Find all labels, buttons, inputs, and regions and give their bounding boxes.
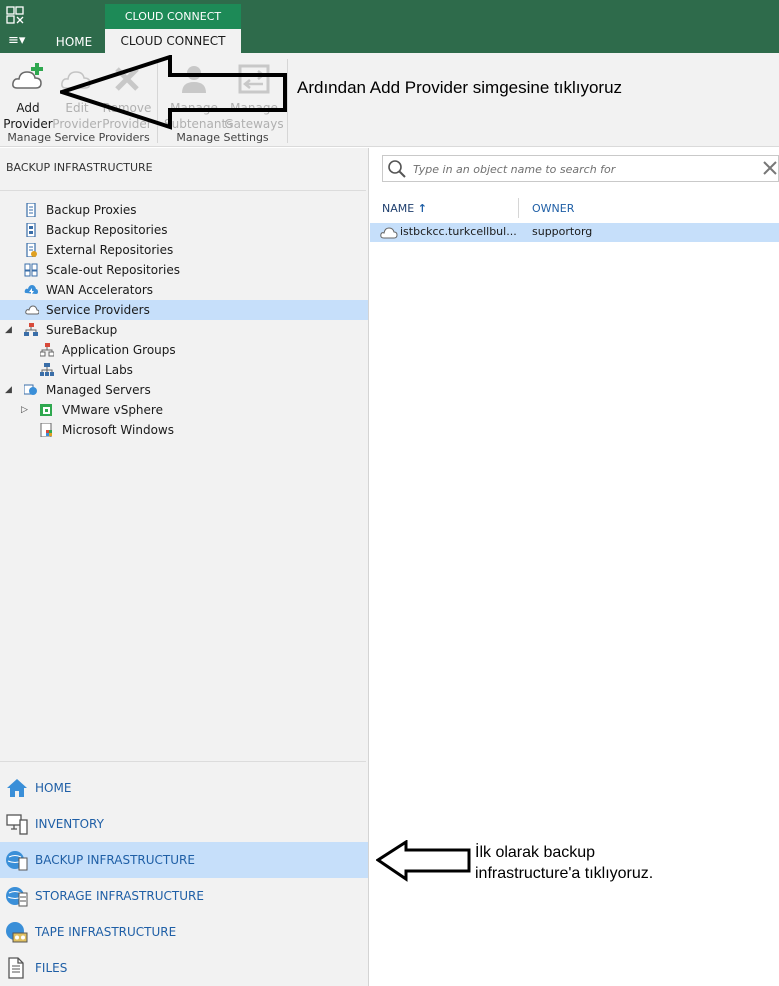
clear-search-icon[interactable] <box>760 158 779 178</box>
storage-infrastructure-icon <box>6 887 28 907</box>
virtual-lab-icon <box>40 363 54 376</box>
proxy-icon <box>26 203 36 217</box>
nav-files[interactable]: FILES <box>0 950 368 986</box>
tab-home[interactable]: HOME <box>46 31 102 53</box>
nav-backup-infrastructure[interactable]: BACKUP INFRASTRUCTURE <box>0 842 368 878</box>
panel-title-divider <box>0 190 366 191</box>
cloud-add-icon <box>12 63 43 89</box>
scale-out-repository-icon <box>24 263 38 277</box>
tree-item-wan-accelerators[interactable]: WAN Accelerators <box>20 280 360 300</box>
panel-title: BACKUP INFRASTRUCTURE <box>6 161 153 174</box>
cloud-connect-tools-tab: CLOUD CONNECT TOOLS <box>105 4 241 48</box>
surebackup-icon <box>24 323 38 336</box>
row-name-cell: istbckcc.turkcellbul... <box>400 225 517 238</box>
home-icon <box>7 779 27 797</box>
table-row[interactable]: istbckcc.turkcellbul... supportorg <box>370 223 779 242</box>
expand-arrow-icon[interactable]: ▷ <box>21 405 31 415</box>
annotation-arrow-backup-infrastructure <box>376 840 471 882</box>
tab-cloud-connect[interactable]: CLOUD CONNECT <box>105 29 241 53</box>
tree-item-service-providers[interactable]: Service Providers <box>0 300 368 320</box>
service-provider-icon <box>25 305 39 315</box>
cloud-icon <box>380 227 398 239</box>
tree-item-microsoft-windows[interactable]: Microsoft Windows <box>36 420 360 440</box>
search-icon <box>388 160 406 178</box>
tree-item-managed-servers[interactable]: ◢ Managed Servers <box>4 380 360 400</box>
backup-infrastructure-icon <box>6 851 28 871</box>
files-icon <box>8 957 24 979</box>
nav-storage-infrastructure[interactable]: STORAGE INFRASTRUCTURE <box>0 878 368 914</box>
navigation-divider <box>0 761 366 762</box>
sort-ascending-icon: ↑ <box>417 202 427 215</box>
annotation-add-provider: Ardından Add Provider simgesine tıklıyor… <box>297 78 623 97</box>
windows-icon <box>40 423 52 437</box>
application-group-icon <box>40 343 54 357</box>
nav-inventory[interactable]: INVENTORY <box>0 806 368 842</box>
vmware-icon <box>40 404 52 416</box>
app-logo-icon <box>6 6 24 24</box>
column-divider[interactable] <box>518 198 519 218</box>
tree-item-backup-proxies[interactable]: Backup Proxies <box>20 200 360 220</box>
annotation-backup-infrastructure: İlk olarak backup infrastructure'a tıklı… <box>475 844 654 882</box>
row-owner-cell: supportorg <box>532 225 593 238</box>
group-label-settings: Manage Settings <box>176 131 269 144</box>
title-bar: CLOUD CONNECT TOOLS ≡▾ HOME CLOUD CONNEC… <box>0 0 779 53</box>
nav-tape-infrastructure[interactable]: TAPE INFRASTRUCTURE <box>0 914 368 950</box>
tree-item-surebackup[interactable]: ◢ SureBackup <box>4 320 360 340</box>
inventory-icon <box>6 814 28 835</box>
nav-home[interactable]: HOME <box>0 770 368 806</box>
group-label-service-providers: Manage Service Providers <box>7 131 150 144</box>
managed-servers-icon <box>24 384 37 395</box>
add-provider-button[interactable]: Add Provider <box>3 59 53 131</box>
tree-item-scale-out-repositories[interactable]: Scale-out Repositories <box>20 260 360 280</box>
navigation-panel: BACKUP INFRASTRUCTURE Backup Proxies Bac… <box>0 148 369 986</box>
tree-item-external-repositories[interactable]: External Repositories <box>20 240 360 260</box>
collapse-arrow-icon[interactable]: ◢ <box>5 325 15 335</box>
external-repository-icon <box>26 243 37 257</box>
tape-infrastructure-icon <box>6 922 28 943</box>
wan-accelerator-icon <box>24 285 38 295</box>
column-header-owner[interactable]: OWNER <box>532 202 574 215</box>
tree-item-virtual-labs[interactable]: Virtual Labs <box>36 360 360 380</box>
tree-item-application-groups[interactable]: Application Groups <box>36 340 360 360</box>
repository-icon <box>26 223 36 237</box>
tree-item-vmware-vsphere[interactable]: ▷ VMware vSphere <box>20 400 360 420</box>
column-header-name[interactable]: NAME ↑ <box>382 202 427 215</box>
collapse-arrow-icon[interactable]: ◢ <box>5 385 15 395</box>
tree-item-backup-repositories[interactable]: Backup Repositories <box>20 220 360 240</box>
search-box <box>382 155 779 182</box>
annotation-arrow-add-provider <box>60 55 287 130</box>
search-input[interactable] <box>413 160 733 178</box>
main-menu-button[interactable]: ≡▾ <box>8 33 32 49</box>
